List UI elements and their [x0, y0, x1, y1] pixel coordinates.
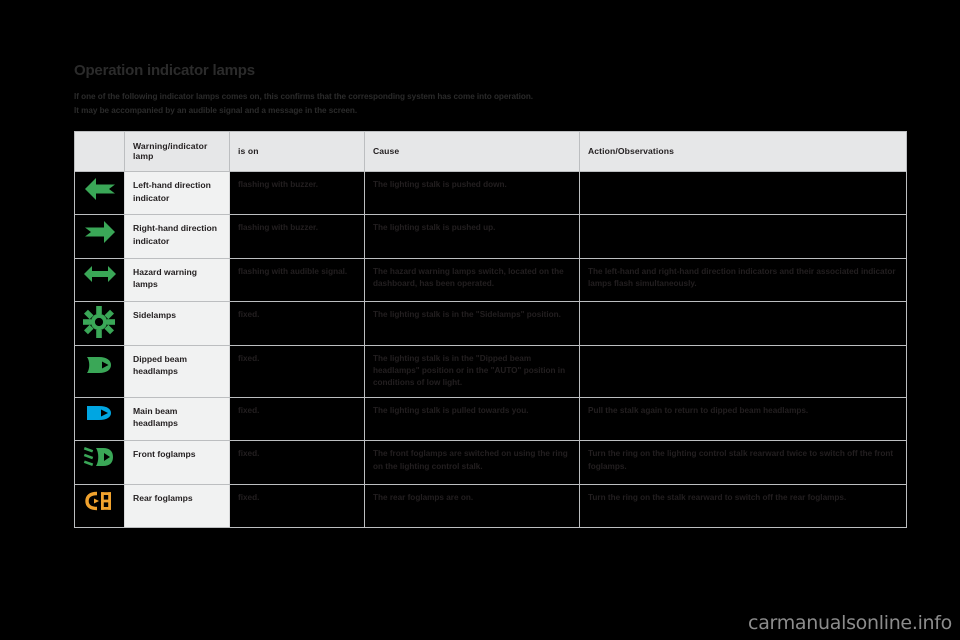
lamp-cause: The lighting stalk is pushed down. [364, 171, 580, 216]
column-header-cause: Cause [364, 131, 580, 172]
lamp-action [579, 301, 907, 346]
lamp-icon-cell [74, 440, 125, 485]
lamp-cause: The lighting stalk is in the "Dipped bea… [364, 345, 580, 398]
column-header-action: Action/Observations [579, 131, 907, 172]
intro-paragraph: If one of the following indicator lamps … [74, 90, 906, 117]
dipped-beam-headlamps-icon [83, 354, 117, 384]
table-row: Dipped beam headlamps fixed. The lightin… [74, 345, 907, 398]
lamp-name: Right-hand direction indicator [124, 214, 230, 259]
table-row: Sidelamps fixed. The lighting stalk is i… [74, 301, 907, 346]
site-watermark: carmanualsonline.info [748, 612, 952, 634]
intro-line-1: If one of the following indicator lamps … [74, 92, 534, 101]
lamp-action [579, 171, 907, 216]
intro-line-2: It may be accompanied by an audible sign… [74, 105, 358, 115]
lamp-name: Dipped beam headlamps [124, 345, 230, 398]
lamp-is-on: fixed. [229, 484, 365, 529]
lamp-cause: The hazard warning lamps switch, located… [364, 258, 580, 303]
lamp-is-on: fixed. [229, 440, 365, 485]
table-body: Left-hand direction indicator flashing w… [74, 171, 907, 529]
lamp-icon-cell [74, 484, 125, 529]
table-row: Hazard warning lamps flashing with audib… [74, 258, 907, 303]
lamp-is-on: flashing with audible signal. [229, 258, 365, 303]
main-beam-headlamps-icon [83, 402, 117, 432]
lamp-action [579, 345, 907, 398]
lamp-cause: The lighting stalk is pushed up. [364, 214, 580, 259]
left-arrow-indicator-icon [83, 176, 117, 206]
lamp-cause: The lighting stalk is in the "Sidelamps"… [364, 301, 580, 346]
column-header-lamp: Warning/indicator lamp [124, 131, 230, 172]
rear-foglamps-icon [83, 489, 117, 519]
lamp-icon-cell [74, 258, 125, 303]
lamp-action: Turn the ring on the stalk rearward to s… [579, 484, 907, 529]
table-header-row: Warning/indicator lamp is on Cause Actio… [74, 131, 907, 172]
lamp-is-on: fixed. [229, 397, 365, 442]
page-content: Operation indicator lamps If one of the … [74, 62, 907, 529]
manual-page: Operation indicator lamps If one of the … [0, 0, 960, 640]
lamp-cause: The lighting stalk is pulled towards you… [364, 397, 580, 442]
lamp-name: Left-hand direction indicator [124, 171, 230, 216]
lamp-action [579, 214, 907, 259]
hazard-double-arrow-icon [83, 263, 117, 293]
lamp-icon-cell [74, 214, 125, 259]
lamp-name: Sidelamps [124, 301, 230, 346]
sidelamps-icon [82, 306, 117, 339]
lamp-name: Rear foglamps [124, 484, 230, 529]
table-row: Rear foglamps fixed. The rear foglamps a… [74, 484, 907, 529]
lamp-name: Front foglamps [124, 440, 230, 485]
column-header-icon [74, 131, 125, 172]
lamp-is-on: fixed. [229, 301, 365, 346]
lamp-cause: The front foglamps are switched on using… [364, 440, 580, 485]
lamp-cause: The rear foglamps are on. [364, 484, 580, 529]
lamp-icon-cell [74, 171, 125, 216]
lamp-action: Pull the stalk again to return to dipped… [579, 397, 907, 442]
column-header-is-on: is on [229, 131, 365, 172]
indicator-lamp-table: Warning/indicator lamp is on Cause Actio… [74, 131, 907, 529]
lamp-is-on: fixed. [229, 345, 365, 398]
table-row: Right-hand direction indicator flashing … [74, 214, 907, 259]
lamp-action: Turn the ring on the lighting control st… [579, 440, 907, 485]
table-row: Left-hand direction indicator flashing w… [74, 171, 907, 216]
lamp-is-on: flashing with buzzer. [229, 214, 365, 259]
lamp-icon-cell [74, 397, 125, 442]
page-title: Operation indicator lamps [74, 62, 255, 79]
lamp-icon-cell [74, 345, 125, 398]
lamp-icon-cell [74, 301, 125, 346]
front-foglamps-icon [83, 445, 117, 475]
table-row: Main beam headlamps fixed. The lighting … [74, 397, 907, 442]
table-row: Front foglamps fixed. The front foglamps… [74, 440, 907, 485]
right-arrow-indicator-icon [83, 219, 117, 249]
lamp-name: Main beam headlamps [124, 397, 230, 442]
table-header: Warning/indicator lamp is on Cause Actio… [74, 131, 907, 172]
lamp-action: The left-hand and right-hand direction i… [579, 258, 907, 303]
lamp-is-on: flashing with buzzer. [229, 171, 365, 216]
lamp-name: Hazard warning lamps [124, 258, 230, 303]
